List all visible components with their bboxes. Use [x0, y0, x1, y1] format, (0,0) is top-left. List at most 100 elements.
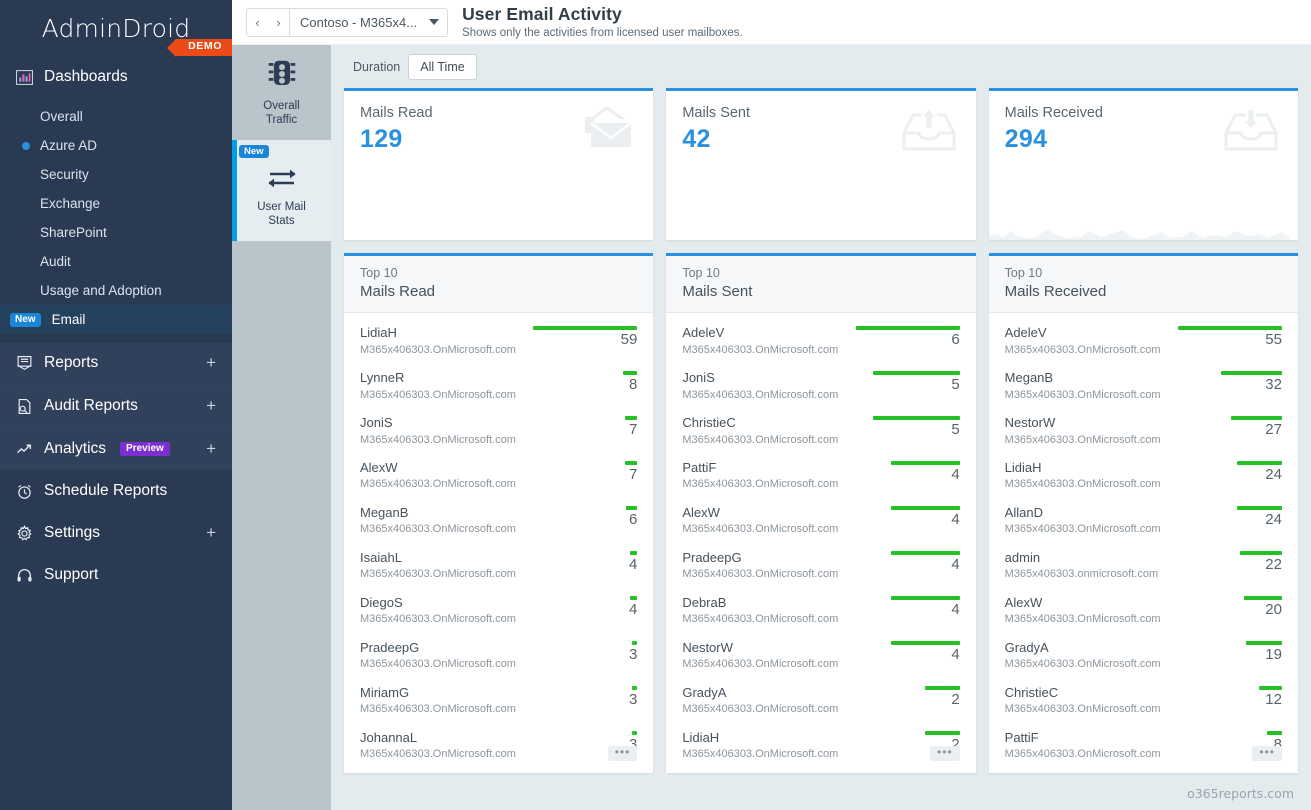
list-item-domain: M365x406303.OnMicrosoft.com: [682, 477, 838, 492]
list-item-name: PattiF: [682, 459, 838, 477]
duration-filter[interactable]: All Time: [408, 54, 476, 80]
sidebar-item-audit[interactable]: Audit: [0, 247, 232, 276]
list-item-domain: M365x406303.OnMicrosoft.com: [682, 433, 838, 448]
list-item[interactable]: GradyAM365x406303.OnMicrosoft.com2: [682, 679, 959, 724]
sidebar-item-overall[interactable]: Overall: [0, 102, 232, 131]
list-item[interactable]: PradeepGM365x406303.OnMicrosoft.com3: [360, 634, 637, 679]
sidebar-item-reports[interactable]: Reports +: [0, 342, 232, 384]
list-item-text: AdeleVM365x406303.OnMicrosoft.com: [682, 324, 838, 358]
bar-fill: [630, 551, 637, 555]
list-item[interactable]: AllanDM365x406303.OnMicrosoft.com24: [1005, 499, 1282, 544]
sidebar-item-exchange[interactable]: Exchange: [0, 189, 232, 218]
list-item[interactable]: LidiaHM365x406303.OnMicrosoft.com2: [682, 724, 959, 769]
rail-tile-user-mail-stats[interactable]: New User Mail Stats: [232, 140, 331, 241]
list-item[interactable]: LynneRM365x406303.OnMicrosoft.com8: [360, 364, 637, 409]
list-item[interactable]: AlexWM365x406303.OnMicrosoft.com20: [1005, 589, 1282, 634]
list-item[interactable]: PradeepGM365x406303.OnMicrosoft.com4: [682, 544, 959, 589]
sidebar-item-support[interactable]: Support: [0, 554, 232, 596]
bar-fill: [1178, 326, 1282, 330]
card-header-main: Mails Received: [1005, 282, 1282, 302]
list-item[interactable]: NestorWM365x406303.OnMicrosoft.com27: [1005, 409, 1282, 454]
forward-arrow-icon[interactable]: ›: [268, 9, 289, 36]
bar-fill: [533, 326, 637, 330]
list-item[interactable]: MiriamGM365x406303.OnMicrosoft.com3: [360, 679, 637, 724]
list-item[interactable]: PattiFM365x406303.OnMicrosoft.com4: [682, 454, 959, 499]
list-item[interactable]: MeganBM365x406303.OnMicrosoft.com6: [360, 499, 637, 544]
bar-track: [525, 416, 637, 420]
bar-track: [848, 641, 960, 645]
list-item-name: JohannaL: [360, 729, 516, 747]
audit-reports-icon: [16, 398, 33, 415]
list-item[interactable]: DiegoSM365x406303.OnMicrosoft.com4: [360, 589, 637, 634]
expand-icon[interactable]: +: [206, 439, 216, 459]
list-item-domain: M365x406303.OnMicrosoft.com: [360, 747, 516, 762]
list-item-text: ChristieCM365x406303.OnMicrosoft.com: [1005, 684, 1161, 718]
list-item[interactable]: AdeleVM365x406303.OnMicrosoft.com55: [1005, 319, 1282, 364]
list-item-text: LidiaHM365x406303.OnMicrosoft.com: [682, 729, 838, 763]
back-arrow-icon[interactable]: ‹: [247, 9, 268, 36]
kpi-row: Mails Read 129 Mails Sent: [344, 88, 1298, 240]
list-item-text: JoniSM365x406303.OnMicrosoft.com: [682, 369, 838, 403]
list-item[interactable]: MeganBM365x406303.OnMicrosoft.com32: [1005, 364, 1282, 409]
bar-fill: [1267, 731, 1282, 735]
sidebar-item-schedule-reports[interactable]: Schedule Reports: [0, 470, 232, 512]
list-item-name: JoniS: [360, 414, 516, 432]
list-item[interactable]: JoniSM365x406303.OnMicrosoft.com7: [360, 409, 637, 454]
bar-fill: [632, 641, 637, 645]
sidebar-item-azure-ad[interactable]: Azure AD: [0, 131, 232, 160]
chevron-down-icon[interactable]: [429, 19, 439, 25]
sidebar-item-label: Audit: [40, 254, 71, 269]
sidebar-group-dashboards[interactable]: Dashboards: [0, 56, 232, 98]
sidebar-item-analytics[interactable]: Analytics Preview +: [0, 428, 232, 470]
list-item[interactable]: LidiaHM365x406303.OnMicrosoft.com59: [360, 319, 637, 364]
tenant-picker[interactable]: ‹ › Contoso - M365x4...: [246, 8, 448, 37]
new-badge: New: [10, 313, 41, 327]
list-item-domain: M365x406303.onmicrosoft.com: [1005, 567, 1158, 582]
tenant-name[interactable]: Contoso - M365x4...: [289, 9, 447, 36]
list-item[interactable]: AlexWM365x406303.OnMicrosoft.com4: [682, 499, 959, 544]
list-item[interactable]: DebraBM365x406303.OnMicrosoft.com4: [682, 589, 959, 634]
list-item[interactable]: JohannaLM365x406303.OnMicrosoft.com3: [360, 724, 637, 769]
list-item[interactable]: ChristieCM365x406303.OnMicrosoft.com5: [682, 409, 959, 454]
more-options-button[interactable]: •••: [930, 746, 960, 761]
list-item-domain: M365x406303.OnMicrosoft.com: [682, 747, 838, 762]
sidebar-item-email[interactable]: New Email: [0, 305, 232, 334]
list-item[interactable]: adminM365x406303.onmicrosoft.com22: [1005, 544, 1282, 589]
rail-tile-overall-traffic[interactable]: Overall Traffic: [232, 45, 331, 140]
bar-fill: [1221, 371, 1282, 375]
sidebar-item-security[interactable]: Security: [0, 160, 232, 189]
more-options-button[interactable]: •••: [1252, 746, 1282, 761]
kpi-card-mails-received[interactable]: Mails Received 294: [989, 88, 1298, 240]
list-item[interactable]: PattiFM365x406303.OnMicrosoft.com8: [1005, 724, 1282, 769]
more-options-button[interactable]: •••: [608, 746, 638, 761]
list-item-name: AlexW: [1005, 594, 1161, 612]
expand-icon[interactable]: +: [206, 353, 216, 373]
list-item-text: NestorWM365x406303.OnMicrosoft.com: [1005, 414, 1161, 448]
list-item-domain: M365x406303.OnMicrosoft.com: [1005, 433, 1161, 448]
list-item-text: AdeleVM365x406303.OnMicrosoft.com: [1005, 324, 1161, 358]
list-item[interactable]: GradyAM365x406303.OnMicrosoft.com19: [1005, 634, 1282, 679]
sidebar-item-sharepoint[interactable]: SharePoint: [0, 218, 232, 247]
brand-logo[interactable]: AdminDroid DEMO: [0, 0, 232, 56]
list-item-name: MiriamG: [360, 684, 516, 702]
list-item[interactable]: IsaiahLM365x406303.OnMicrosoft.com4: [360, 544, 637, 589]
list-item[interactable]: JoniSM365x406303.OnMicrosoft.com5: [682, 364, 959, 409]
list-item-metric: 19: [1170, 639, 1282, 664]
list-item[interactable]: NestorWM365x406303.OnMicrosoft.com4: [682, 634, 959, 679]
sidebar-item-usage-and-adoption[interactable]: Usage and Adoption: [0, 276, 232, 305]
list-item[interactable]: LidiaHM365x406303.OnMicrosoft.com24: [1005, 454, 1282, 499]
expand-icon[interactable]: +: [206, 396, 216, 416]
bar-fill: [632, 731, 637, 735]
list-item-domain: M365x406303.OnMicrosoft.com: [1005, 702, 1161, 717]
list-item[interactable]: ChristieCM365x406303.OnMicrosoft.com12: [1005, 679, 1282, 724]
sidebar-item-audit-reports[interactable]: Audit Reports +: [0, 385, 232, 427]
kpi-card-mails-read[interactable]: Mails Read 129: [344, 88, 653, 240]
list-item-domain: M365x406303.OnMicrosoft.com: [360, 567, 516, 582]
kpi-card-mails-sent[interactable]: Mails Sent 42: [666, 88, 975, 240]
sidebar-item-settings[interactable]: Settings +: [0, 512, 232, 554]
list-item[interactable]: AlexWM365x406303.OnMicrosoft.com7: [360, 454, 637, 499]
list-item[interactable]: AdeleVM365x406303.OnMicrosoft.com6: [682, 319, 959, 364]
expand-icon[interactable]: +: [206, 523, 216, 543]
bar-track: [1170, 731, 1282, 735]
mail-open-icon: [577, 105, 637, 160]
